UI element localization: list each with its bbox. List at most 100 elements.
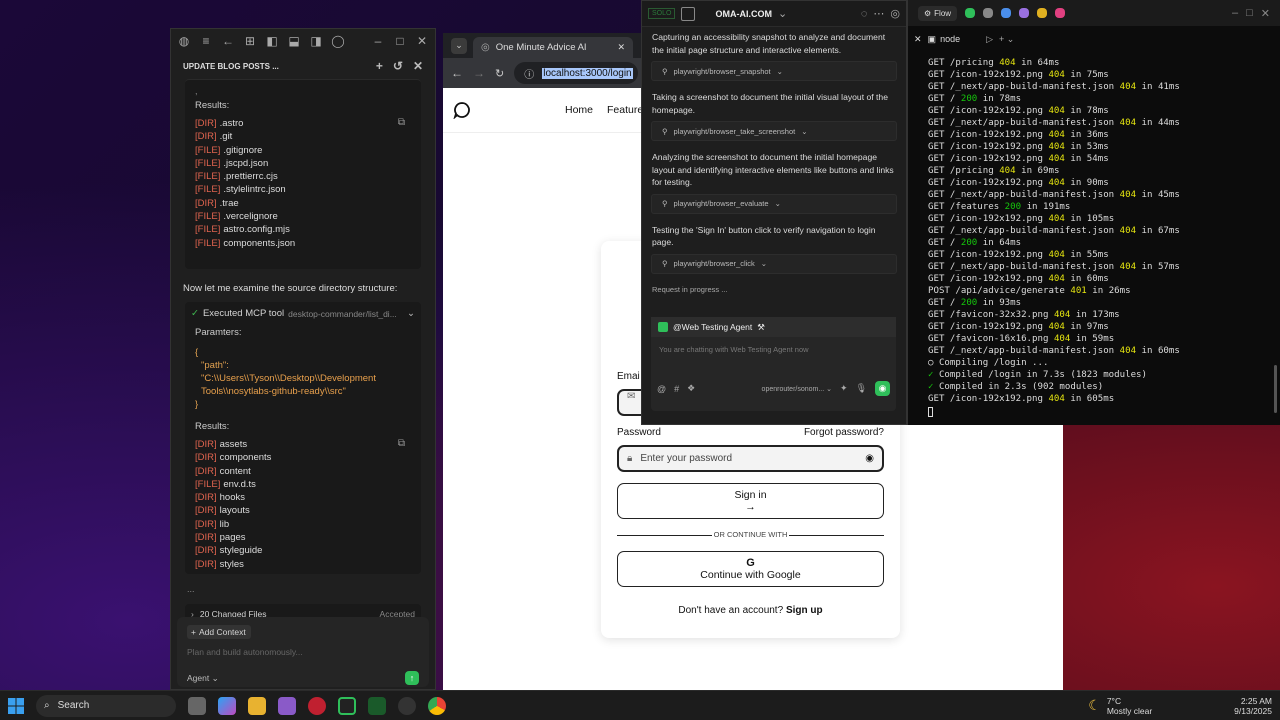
model-select[interactable]: openrouter/sonom... ⌄	[762, 385, 832, 393]
opera-icon[interactable]	[308, 696, 326, 715]
menu-icon[interactable]: ≡	[199, 34, 213, 48]
panel-right-icon[interactable]: ◨	[309, 34, 323, 48]
nav-home-link[interactable]: Home	[565, 104, 593, 116]
new-terminal-icon[interactable]: + ⌄	[999, 34, 1014, 45]
mic-icon[interactable]: 🎙︎	[856, 383, 867, 394]
window-icon[interactable]	[681, 6, 696, 21]
reload-icon[interactable]: ↻	[495, 67, 504, 80]
layout-icon[interactable]: ⊞	[243, 34, 257, 48]
tool-call-chip[interactable]: ⚲ playwright/browser_click ⌄	[651, 253, 897, 274]
github-icon[interactable]	[398, 696, 416, 715]
send-icon[interactable]: ↑	[405, 671, 419, 685]
code-value-line2: Tools\\nosytlabs-github-ready\\src"	[201, 386, 346, 397]
hash-icon[interactable]: #	[674, 384, 679, 394]
copy-icon[interactable]: ⧉	[398, 117, 405, 128]
terminal-line: GET /_next/app-build-manifest.json 404 i…	[928, 262, 1180, 272]
scrollbar[interactable]	[1274, 365, 1277, 413]
sign-in-button[interactable]: Sign in →	[617, 483, 884, 519]
maximize-icon[interactable]: □	[393, 34, 407, 48]
back-icon[interactable]: ←	[221, 34, 235, 48]
list-item: [DIR] layouts	[195, 505, 250, 517]
password-field[interactable]: 🔒︎ Enter your password ◉	[617, 445, 884, 472]
figma-icon[interactable]	[1055, 8, 1066, 18]
tool-call-header[interactable]: ✓ Executed MCP tool desktop-commander/li…	[191, 308, 415, 319]
chevron-down-icon[interactable]: ⌄	[407, 308, 415, 319]
windows-start-icon[interactable]	[8, 697, 24, 714]
close-icon[interactable]: ✕	[1261, 7, 1270, 20]
tool-label: Executed MCP tool	[202, 308, 285, 319]
sparkle-icon[interactable]: ✦	[840, 383, 848, 394]
trae-icon[interactable]	[338, 696, 356, 715]
maximize-icon[interactable]: □	[1246, 7, 1253, 19]
copy-icon[interactable]: ⧉	[398, 438, 405, 449]
terminal-app-icon[interactable]	[368, 696, 386, 715]
plus-icon: +	[191, 627, 196, 637]
agent-chat-input[interactable]: You are chatting with Web Testing Agent …	[651, 337, 896, 381]
minimize-icon[interactable]: –	[371, 34, 385, 48]
tool-call-chip[interactable]: ⚲ playwright/browser_snapshot ⌄	[651, 61, 897, 81]
clock[interactable]: 2:25 AM 9/13/2025	[1234, 696, 1272, 716]
tool-call-chip[interactable]: ⚲ playwright/browser_evaluate ⌄	[651, 193, 897, 214]
mail-icon[interactable]	[1037, 8, 1048, 18]
add-context-button[interactable]: + Add Context	[187, 625, 251, 639]
search-icon: ⌕	[44, 700, 50, 711]
forward-icon[interactable]: →	[473, 66, 485, 80]
chrome-icon[interactable]	[428, 696, 446, 715]
code-brace-open: {	[195, 347, 199, 358]
layout-green-icon[interactable]	[965, 8, 976, 18]
account-icon[interactable]: ◯	[331, 34, 345, 48]
tab-list-icon[interactable]: ⌄	[451, 37, 467, 54]
panel-bottom-icon[interactable]: ⬓	[287, 34, 301, 48]
ide-chat-panel: ◍ ≡ ← ⊞ ◧ ⬓ ◨ ◯ – □ ✕ UPDATE BLOG POSTS …	[170, 28, 436, 690]
terminal-tabstrip: ✕ ▣ node ▷ + ⌄	[908, 26, 1280, 52]
terminal-titlebar: ⚙ Flow – □ ✕	[908, 0, 1280, 26]
address-bar[interactable]: ⓘ localhost:3000/login	[514, 62, 639, 84]
layout-blue-icon[interactable]	[1001, 8, 1012, 18]
close-chat-icon[interactable]: ✕	[413, 59, 423, 73]
task-view-icon[interactable]	[188, 696, 206, 715]
site-logo-icon[interactable]	[453, 101, 471, 119]
store-icon[interactable]	[278, 696, 296, 715]
project-title[interactable]: OMA-AI.COM	[715, 9, 772, 19]
tab-close-icon[interactable]: ✕	[617, 42, 625, 53]
send-icon[interactable]: ◉	[875, 381, 890, 396]
history-icon[interactable]: ↺	[393, 59, 403, 73]
chat-input[interactable]: Plan and build autonomously...	[187, 647, 419, 663]
figma-icon[interactable]: ❖	[687, 383, 695, 394]
list-item: [FILE] .jscpd.json	[195, 157, 269, 169]
minimize-icon[interactable]: –	[1232, 7, 1238, 19]
panel-left-icon[interactable]: ◧	[265, 34, 279, 48]
copilot-icon[interactable]	[218, 696, 236, 715]
tool-icon: ⚲	[662, 199, 668, 208]
account-icon[interactable]: ◎	[890, 7, 900, 20]
list-item: [DIR] components	[195, 452, 272, 464]
terminal-cursor[interactable]	[928, 407, 933, 417]
file-explorer-icon[interactable]	[248, 696, 266, 715]
taskbar-search[interactable]: ⌕ Search	[36, 694, 176, 717]
more-icon[interactable]: ⋯	[873, 7, 884, 20]
terminal-line: ○ Compiling /login ...	[928, 358, 1049, 368]
tool-call-chip[interactable]: ⚲ playwright/browser_take_screenshot ⌄	[651, 121, 897, 141]
sign-up-link[interactable]: Sign up	[786, 605, 823, 616]
layout-purple-icon[interactable]	[1019, 8, 1030, 18]
at-icon[interactable]: @	[657, 384, 666, 394]
layout-gray-icon[interactable]	[983, 8, 994, 18]
close-icon[interactable]: ✕	[415, 34, 429, 48]
terminal-tab[interactable]: ▣ node	[928, 34, 961, 45]
close-tab-icon[interactable]: ✕	[914, 34, 922, 45]
chat-icon[interactable]: ◌	[861, 8, 868, 20]
flow-button[interactable]: ⚙ Flow	[918, 5, 958, 21]
list-item: [FILE] .vercelignore	[195, 211, 278, 223]
chevron-down-icon[interactable]: ⌄	[778, 7, 787, 20]
google-button[interactable]: G Continue with Google	[617, 551, 884, 587]
forgot-password-link[interactable]: Forgot password?	[804, 427, 884, 438]
weather-widget[interactable]: ☾ 7°C Mostly clear	[1088, 696, 1152, 716]
mode-select[interactable]: Agent ⌄	[187, 673, 219, 684]
back-icon[interactable]: ←	[451, 66, 463, 80]
run-icon[interactable]: ▷	[986, 34, 993, 45]
new-chat-icon[interactable]: +	[376, 59, 383, 73]
eye-icon[interactable]: ◉	[865, 453, 874, 464]
signup-row: Don't have an account? Sign up	[601, 605, 900, 616]
browser-tab[interactable]: ◎ One Minute Advice AI ✕	[473, 37, 633, 58]
terminal-output: GET /pricing 404 in 64ms GET /icon-192x19…	[928, 57, 1180, 405]
